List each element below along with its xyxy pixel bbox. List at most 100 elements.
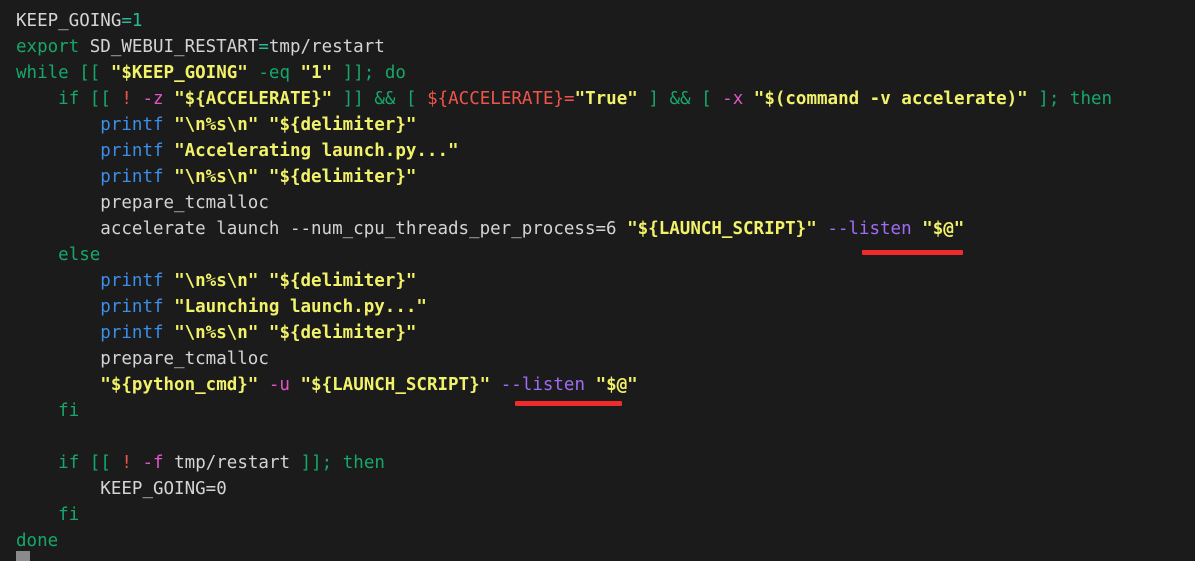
code-token: "${delimiter}"	[268, 167, 417, 187]
code-line: "${python_cmd}" -u "${LAUNCH_SCRIPT}" --…	[16, 372, 1112, 398]
code-token: -x	[722, 89, 744, 109]
code-token: =	[121, 11, 132, 31]
code-line: prepare_tcmalloc	[16, 190, 1112, 216]
code-token: "Launching launch.py..."	[174, 297, 427, 317]
code-token: fi	[58, 401, 80, 421]
--listen-python-underline	[515, 401, 622, 406]
code-token: then	[342, 453, 385, 473]
code-token: [	[701, 89, 712, 109]
code-editor-screen: KEEP_GOING=1 export SD_WEBUI_RESTART=tmp/…	[0, 0, 1195, 561]
code-token: if	[58, 89, 80, 109]
code-token: printf	[100, 141, 164, 161]
code-token: printf	[100, 297, 164, 317]
code-line: KEEP_GOING=0	[16, 476, 1112, 502]
code-token: ;	[1048, 89, 1060, 109]
code-token: ;	[363, 63, 375, 83]
code-token: =	[258, 37, 269, 57]
code-token: KEEP_GOING	[16, 11, 122, 31]
code-token: --listen	[827, 219, 912, 239]
code-token: tmp/restart	[268, 37, 385, 57]
code-token: while	[16, 63, 69, 83]
code-token: KEEP_GOING=0	[100, 479, 227, 499]
code-token: "\n%s\n"	[174, 271, 259, 291]
code-token: printf	[100, 115, 164, 135]
code-line: printf "Accelerating launch.py..."	[16, 138, 1112, 164]
code-token: "$@"	[595, 375, 638, 395]
code-token: prepare_tcmalloc	[100, 193, 269, 213]
code-token: -f	[142, 453, 164, 473]
code-token: "1"	[300, 63, 333, 83]
code-token: printf	[100, 323, 164, 343]
code-token: SD_WEBUI_RESTART	[79, 37, 259, 57]
code-token: fi	[58, 505, 80, 525]
code-token: printf	[100, 167, 164, 187]
code-line: prepare_tcmalloc	[16, 346, 1112, 372]
code-line: printf "\n%s\n" "${delimiter}"	[16, 164, 1112, 190]
code-token: ]	[648, 89, 659, 109]
code-token: "Accelerating launch.py..."	[174, 141, 459, 161]
code-token: then	[1069, 89, 1113, 109]
code-line: export SD_WEBUI_RESTART=tmp/restart	[16, 34, 1112, 60]
code-line: printf "\n%s\n" "${delimiter}"	[16, 112, 1112, 138]
code-line: printf "\n%s\n" "${delimiter}"	[16, 320, 1112, 346]
code-token: tmp/restart	[174, 453, 291, 473]
code-token: "${delimiter}"	[268, 271, 417, 291]
code-token: ]	[1038, 89, 1049, 109]
bash-script-code-block[interactable]: KEEP_GOING=1 export SD_WEBUI_RESTART=tmp/…	[16, 8, 1112, 554]
code-token: ${ACCELERATE}=	[427, 89, 575, 109]
code-line: if [[ ! -z "${ACCELERATE}" ]] && [ ${ACC…	[16, 86, 1112, 112]
code-token: "${LAUNCH_SCRIPT}"	[627, 219, 817, 239]
code-line: printf "Launching launch.py..."	[16, 294, 1112, 320]
code-token: "\n%s\n"	[174, 167, 259, 187]
code-token: !	[121, 89, 132, 109]
code-token: printf	[100, 271, 164, 291]
code-token: &&	[669, 89, 691, 109]
code-token: export	[16, 37, 80, 57]
code-token: [[	[89, 453, 111, 473]
code-token: "${LAUNCH_SCRIPT}"	[300, 375, 491, 395]
code-token: "${delimiter}"	[268, 115, 417, 135]
code-token: -z	[142, 89, 164, 109]
code-token: !	[121, 453, 132, 473]
code-token: [[	[79, 63, 101, 83]
code-token: "${delimiter}"	[268, 323, 417, 343]
code-token: &&	[374, 89, 396, 109]
